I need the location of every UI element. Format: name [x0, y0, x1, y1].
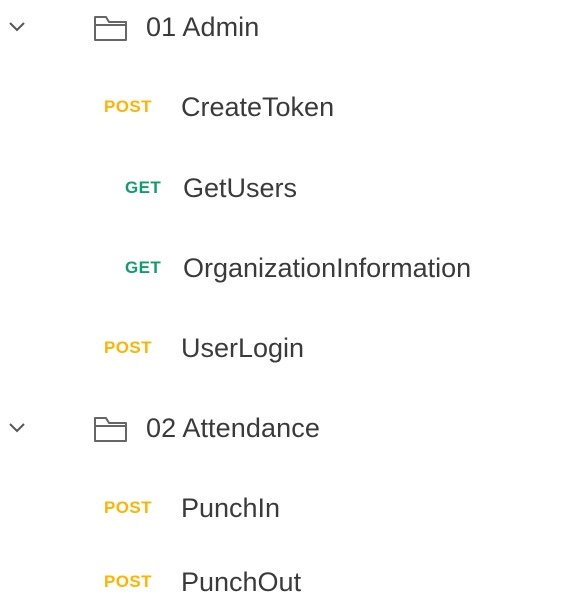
- request-item-createtoken[interactable]: POST CreateToken: [0, 77, 575, 137]
- collection-tree: 01 Admin POST CreateToken GET GetUsers G…: [0, 0, 575, 599]
- chevron-down-icon[interactable]: [6, 418, 28, 438]
- request-item-punchin[interactable]: POST PunchIn: [0, 478, 575, 538]
- folder-row-02-attendance[interactable]: 02 Attendance: [0, 398, 575, 458]
- request-item-punchout[interactable]: POST PunchOut: [0, 552, 575, 612]
- method-badge-post: POST: [104, 498, 152, 517]
- chevron-down-icon[interactable]: [6, 17, 28, 37]
- method-badge-get: GET: [125, 258, 162, 277]
- request-item-organizationinformation[interactable]: GET OrganizationInformation: [0, 238, 575, 298]
- request-name: PunchOut: [181, 566, 302, 597]
- folder-row-01-admin[interactable]: 01 Admin: [0, 0, 575, 57]
- request-name: GetUsers: [183, 172, 298, 203]
- folder-icon: [93, 416, 131, 442]
- folder-label: 01 Admin: [146, 11, 260, 42]
- method-badge-post: POST: [104, 338, 152, 357]
- request-name: PunchIn: [181, 492, 281, 523]
- method-badge-get: GET: [125, 178, 162, 197]
- method-badge-post: POST: [104, 572, 152, 591]
- request-item-getusers[interactable]: GET GetUsers: [0, 158, 575, 218]
- request-name: UserLogin: [181, 332, 305, 363]
- request-name: OrganizationInformation: [183, 252, 472, 283]
- method-badge-post: POST: [104, 97, 152, 116]
- folder-label: 02 Attendance: [146, 412, 320, 443]
- request-item-userlogin[interactable]: POST UserLogin: [0, 318, 575, 378]
- folder-icon: [93, 15, 131, 41]
- request-name: CreateToken: [181, 91, 335, 122]
